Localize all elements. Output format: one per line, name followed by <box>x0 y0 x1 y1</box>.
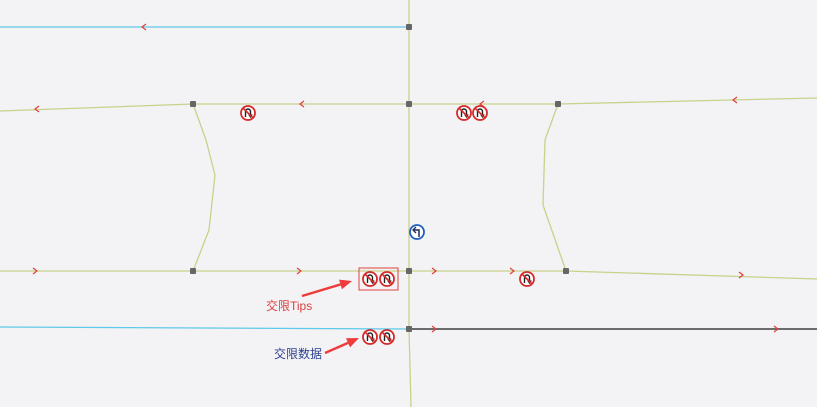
annotation-arrow-layer <box>301 279 359 355</box>
road-blue-bottom <box>0 326 410 330</box>
road-vertical-main <box>408 0 412 407</box>
junction-node-icon <box>555 101 561 107</box>
junction-node-icon <box>406 101 412 107</box>
road-upper-east <box>557 97 817 105</box>
no-u-turn-icon <box>456 105 472 121</box>
map-canvas[interactable]: 交限Tips 交限数据 <box>0 0 817 407</box>
direction-arrow-layer <box>32 23 779 333</box>
no-u-turn-icon <box>379 329 395 345</box>
no-u-turn-icon <box>240 105 256 121</box>
tips-label: 交限Tips <box>266 298 312 313</box>
junction-node-layer <box>190 24 569 332</box>
junction-node-icon <box>406 268 412 274</box>
road-left-connector <box>192 103 216 272</box>
no-u-turn-icon <box>519 271 535 287</box>
no-u-turn-icon <box>379 271 395 287</box>
tips-callout-arrow <box>301 279 352 298</box>
junction-node-icon <box>190 101 196 107</box>
no-u-turn-icon <box>472 105 488 121</box>
no-u-turn-icon <box>362 271 378 287</box>
road-layer <box>0 0 817 407</box>
junction-node-icon <box>406 326 412 332</box>
left-turn-icon <box>409 224 425 240</box>
no-u-turn-icon <box>362 329 378 345</box>
data-label: 交限数据 <box>274 346 322 361</box>
road-upper-west <box>0 103 194 112</box>
junction-node-icon <box>190 268 196 274</box>
data-callout-arrow <box>324 338 359 355</box>
junction-node-icon <box>406 24 412 30</box>
road-lower-east <box>565 270 817 280</box>
junction-node-icon <box>563 268 569 274</box>
road-right-connector <box>542 103 567 272</box>
